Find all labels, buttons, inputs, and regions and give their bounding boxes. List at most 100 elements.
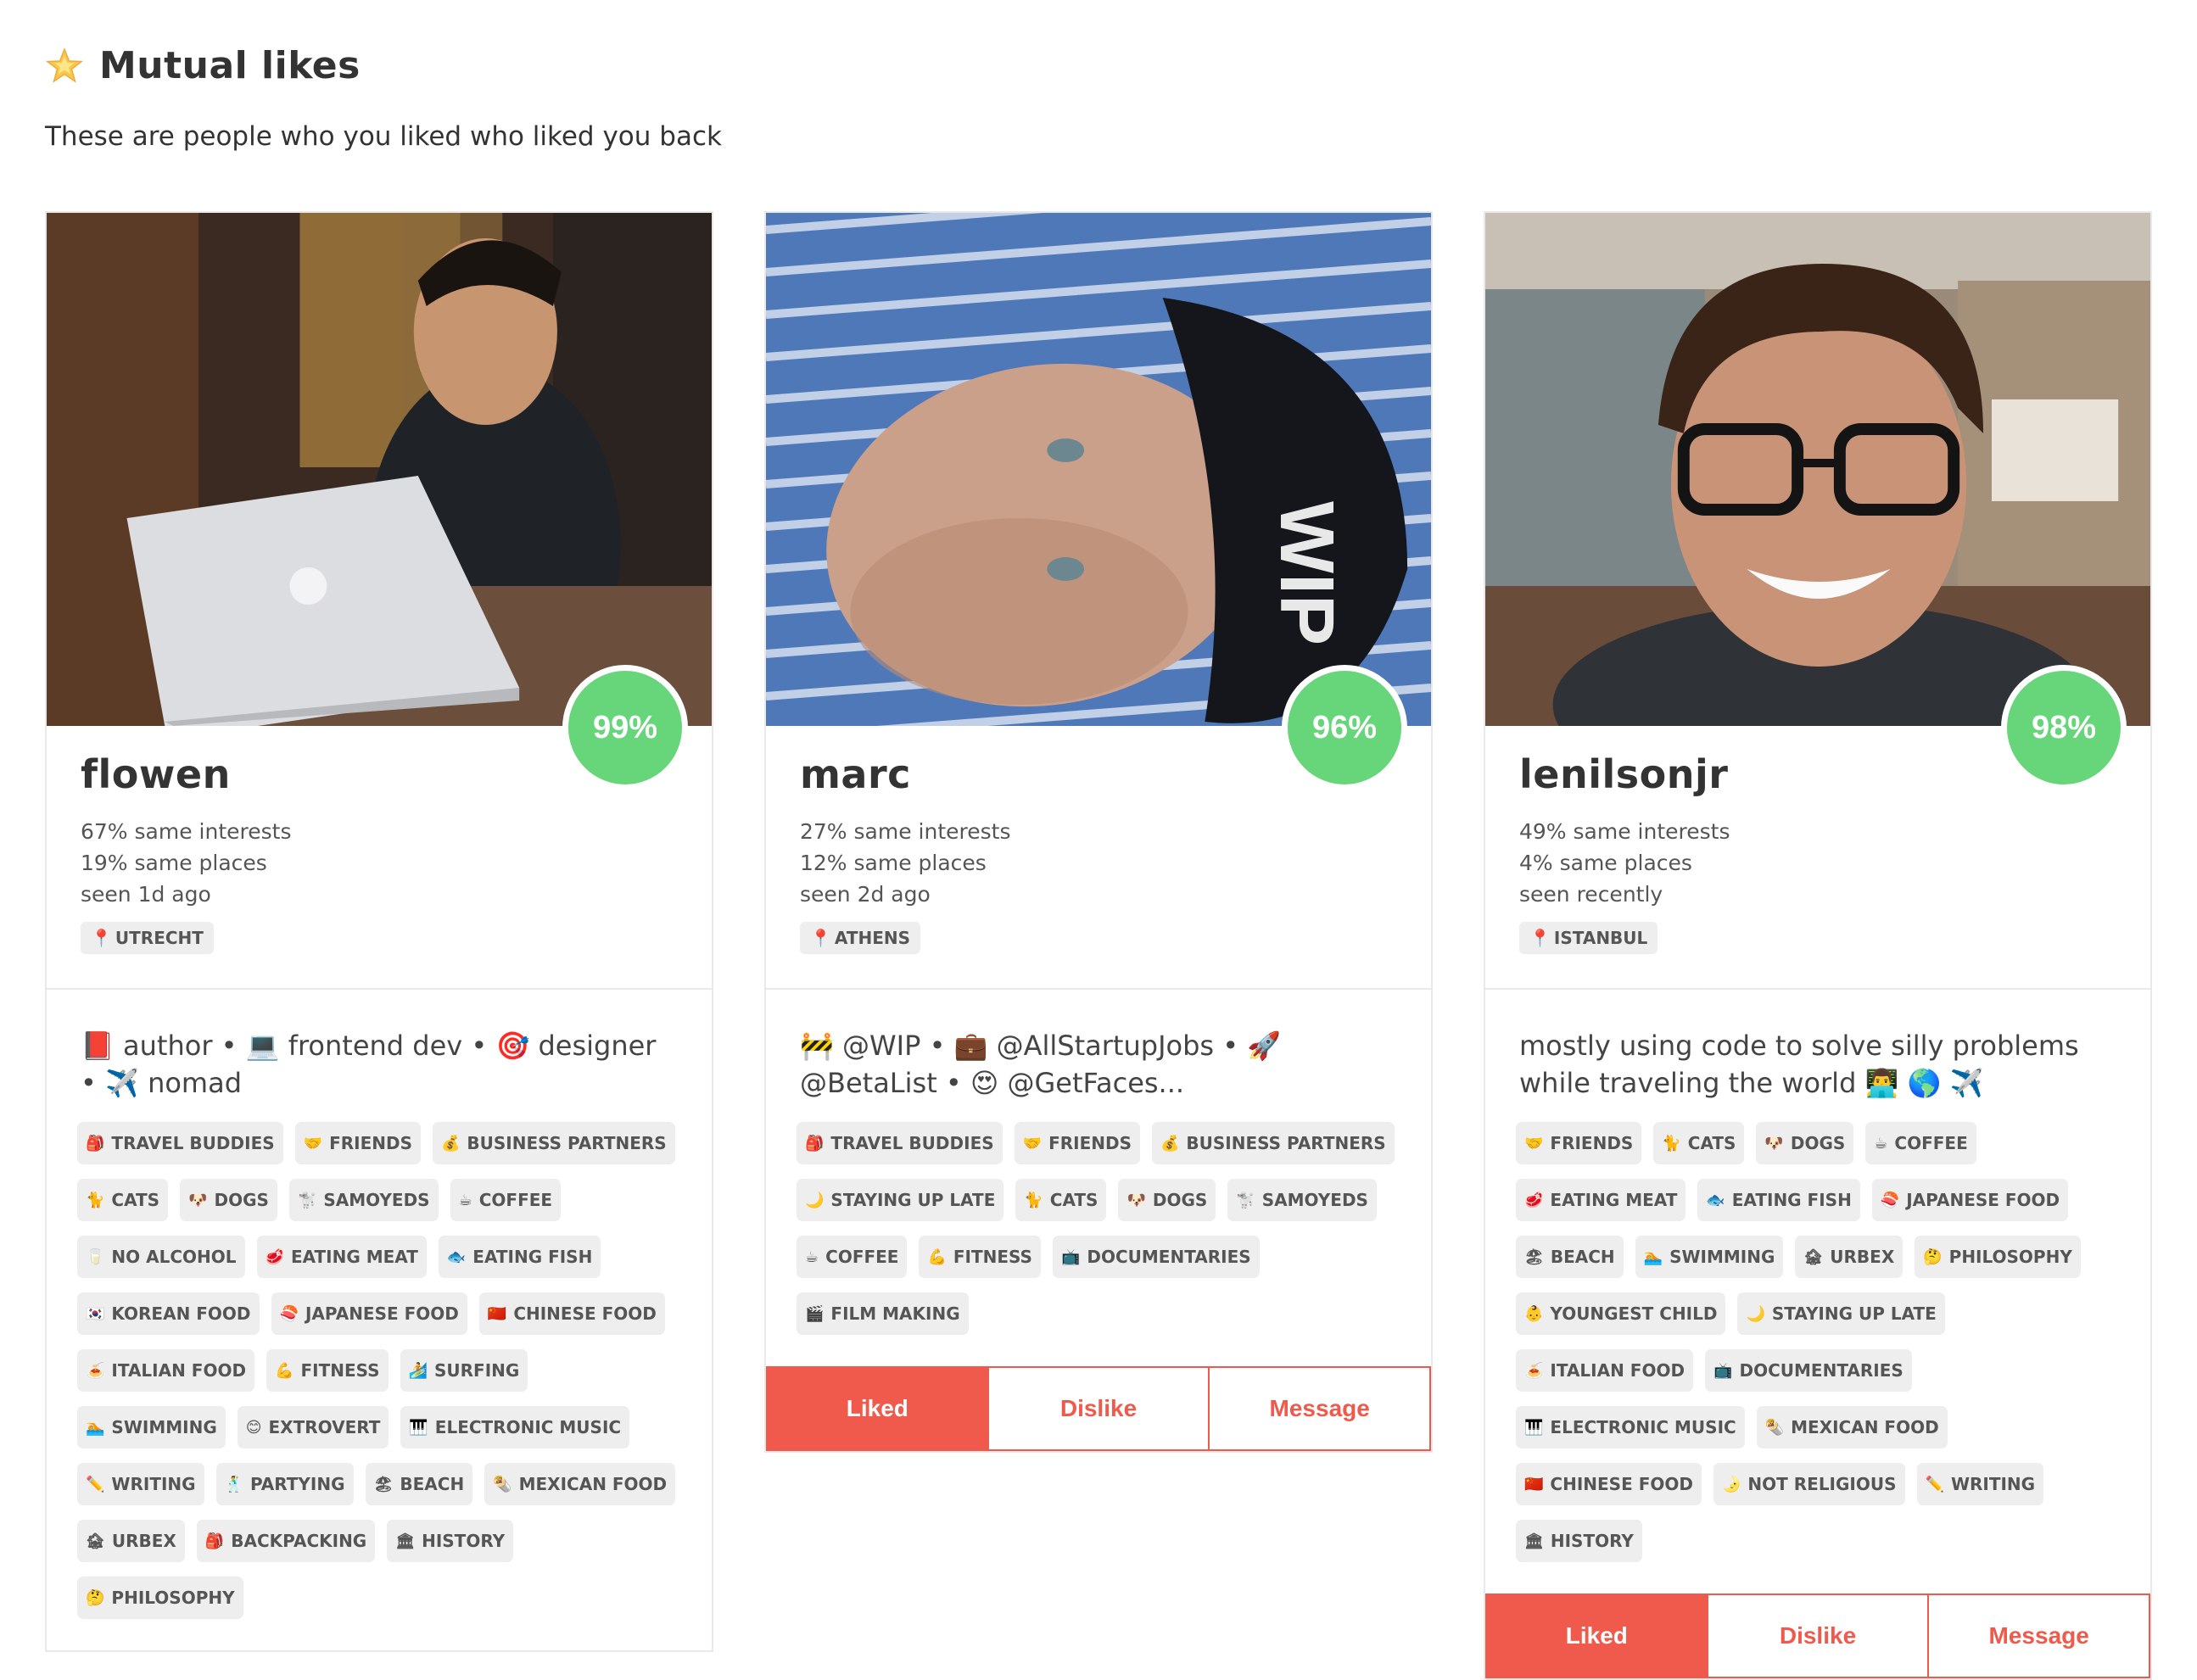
profile-photo[interactable] — [1485, 213, 2150, 726]
profile-photo[interactable]: WIP — [766, 213, 1431, 726]
tag-label: EATING FISH — [1731, 1190, 1852, 1210]
tag-label: NOT RELIGIOUS — [1747, 1474, 1897, 1494]
tag-label: STAYING UP LATE — [1771, 1303, 1937, 1324]
interest-tag[interactable]: 🎒 TRAVEL BUDDIES — [797, 1122, 1003, 1164]
interest-tag[interactable]: 🎒 BACKPACKING — [196, 1520, 376, 1562]
interest-tag[interactable]: 🌙 STAYING UP LATE — [1737, 1292, 1945, 1335]
tag-label: SWIMMING — [111, 1417, 217, 1437]
interest-tag[interactable]: 🏚 URBEX — [77, 1520, 185, 1562]
interest-tag[interactable]: 👶 YOUNGEST CHILD — [1516, 1292, 1726, 1335]
interest-tag[interactable]: 🎹 ELECTRONIC MUSIC — [1516, 1406, 1745, 1448]
interest-tag[interactable]: ☕ COFFEE — [1865, 1122, 1976, 1164]
interest-tag[interactable]: 🐈 CATS — [1015, 1179, 1107, 1221]
interest-tag[interactable]: 🤝 FRIENDS — [1516, 1122, 1642, 1164]
tag-label: FITNESS — [953, 1247, 1032, 1267]
interest-tag[interactable]: 🎹 ELECTRONIC MUSIC — [400, 1406, 630, 1448]
tag-label: DOGS — [1790, 1133, 1846, 1153]
interest-tag[interactable]: 🌯 MEXICAN FOOD — [1756, 1406, 1948, 1448]
interest-tag[interactable]: 📺 DOCUMENTARIES — [1052, 1236, 1260, 1278]
interest-tag[interactable]: ☕ COFFEE — [797, 1236, 908, 1278]
interest-tag[interactable]: 💪 FITNESS — [919, 1236, 1041, 1278]
interest-tag[interactable]: 🍣 JAPANESE FOOD — [271, 1292, 467, 1335]
tag-icon: 🏖 — [373, 1475, 394, 1493]
tag-icon: 🇨🇳 — [1524, 1475, 1544, 1493]
tag-label: PHILOSOPHY — [111, 1588, 235, 1608]
interest-tag[interactable]: 🌯 MEXICAN FOOD — [484, 1463, 676, 1505]
interest-tag[interactable]: 🥛 NO ALCOHOL — [77, 1236, 245, 1278]
interest-tag[interactable]: 💰 BUSINESS PARTNERS — [1151, 1122, 1395, 1164]
interest-tag[interactable]: 🤔 PHILOSOPHY — [1915, 1236, 2081, 1278]
tag-icon: 🎹 — [409, 1418, 428, 1437]
tag-label: DOCUMENTARIES — [1087, 1247, 1251, 1267]
tag-icon: 🎒 — [805, 1134, 825, 1153]
interest-tag[interactable]: 🕺 PARTYING — [215, 1463, 354, 1505]
message-button[interactable]: Message — [1210, 1366, 1432, 1451]
tag-icon: 🐶 — [1764, 1134, 1784, 1153]
profile-photo[interactable] — [47, 213, 712, 726]
interest-tag[interactable]: 🏚 URBEX — [1795, 1236, 1904, 1278]
interest-tag[interactable]: 💰 BUSINESS PARTNERS — [432, 1122, 675, 1164]
interest-tag[interactable]: 🏖 BEACH — [365, 1463, 473, 1505]
interest-tag[interactable]: 💪 FITNESS — [266, 1349, 389, 1392]
interest-tag[interactable]: 🇰🇷 KOREAN FOOD — [77, 1292, 260, 1335]
interest-tag[interactable]: ✏️ WRITING — [1916, 1463, 2044, 1505]
interest-tag[interactable]: 🏖 BEACH — [1516, 1236, 1624, 1278]
interest-tag[interactable]: 🍝 ITALIAN FOOD — [77, 1349, 255, 1392]
dislike-button[interactable]: Dislike — [988, 1366, 1210, 1451]
interest-tag[interactable]: 🏊 SWIMMING — [1635, 1236, 1784, 1278]
interest-tag[interactable]: 🐈 CATS — [77, 1179, 169, 1221]
profile-bio: 📕 author • 💻 frontend dev • 🎯 designer •… — [81, 1030, 657, 1099]
interest-tag[interactable]: 🐟 EATING FISH — [438, 1236, 601, 1278]
interest-tag[interactable]: 🌛 NOT RELIGIOUS — [1713, 1463, 1905, 1505]
tag-icon: 📺 — [1713, 1361, 1733, 1380]
same-places: 4% same places — [1519, 851, 1692, 875]
interest-tag[interactable]: 🥩 EATING MEAT — [1516, 1179, 1686, 1221]
location-badge[interactable]: 📍 ATHENS — [800, 922, 921, 954]
liked-button[interactable]: Liked — [1485, 1593, 1708, 1678]
interest-tag[interactable]: 🏊 SWIMMING — [77, 1406, 226, 1448]
interest-tag[interactable]: 🎬 FILM MAKING — [797, 1292, 969, 1335]
interest-tag[interactable]: ☕ COFFEE — [450, 1179, 562, 1221]
interest-tag[interactable]: 🐶 DOGS — [180, 1179, 277, 1221]
tag-label: COFFEE — [825, 1247, 899, 1267]
interest-tag[interactable]: 🐩 SAMOYEDS — [1227, 1179, 1377, 1221]
tag-icon: 🥛 — [86, 1247, 105, 1266]
interest-tag[interactable]: 🏛 HISTORY — [387, 1520, 514, 1562]
interest-tag[interactable]: 🐶 DOGS — [1118, 1179, 1216, 1221]
interest-tag[interactable]: 🐈 CATS — [1653, 1122, 1745, 1164]
tag-icon: 🥩 — [265, 1247, 284, 1266]
liked-button[interactable]: Liked — [766, 1366, 989, 1451]
interest-tag[interactable]: 🌙 STAYING UP LATE — [797, 1179, 1004, 1221]
interest-tag[interactable]: 🐶 DOGS — [1756, 1122, 1854, 1164]
interest-tag[interactable]: 📺 DOCUMENTARIES — [1705, 1349, 1912, 1392]
interest-tag[interactable]: ✏️ WRITING — [77, 1463, 204, 1505]
interest-tag[interactable]: 🤔 PHILOSOPHY — [77, 1577, 243, 1619]
interest-tag[interactable]: 🏄 SURFING — [400, 1349, 528, 1392]
interest-tag[interactable]: 🎒 TRAVEL BUDDIES — [77, 1122, 283, 1164]
location-badge[interactable]: 📍 UTRECHT — [81, 922, 214, 954]
tag-label: ITALIAN FOOD — [1550, 1360, 1685, 1381]
tag-label: DOGS — [1152, 1190, 1208, 1210]
tag-icon: 🐈 — [1024, 1191, 1043, 1209]
interest-tag[interactable]: 🤝 FRIENDS — [1014, 1122, 1140, 1164]
tag-icon: 🤝 — [1022, 1134, 1043, 1153]
location-badge[interactable]: 📍 ISTANBUL — [1519, 922, 1658, 954]
dislike-button[interactable]: Dislike — [1708, 1593, 1930, 1678]
interest-tag[interactable]: 😊 EXTROVERT — [237, 1406, 389, 1448]
interest-tag[interactable]: 🐩 SAMOYEDS — [288, 1179, 439, 1221]
interest-tag[interactable]: 🇨🇳 CHINESE FOOD — [1516, 1463, 1702, 1505]
tag-label: STAYING UP LATE — [830, 1190, 996, 1210]
tag-label: ITALIAN FOOD — [111, 1360, 247, 1381]
tag-label: MEXICAN FOOD — [518, 1474, 668, 1494]
tag-icon: 🎹 — [1524, 1418, 1544, 1437]
interest-tag[interactable]: 🏛 HISTORY — [1516, 1520, 1642, 1562]
interest-tag[interactable]: 🇨🇳 CHINESE FOOD — [478, 1292, 665, 1335]
message-button[interactable]: Message — [1929, 1593, 2151, 1678]
interest-tag[interactable]: 🐟 EATING FISH — [1697, 1179, 1860, 1221]
interest-tag[interactable]: 🍝 ITALIAN FOOD — [1516, 1349, 1694, 1392]
interest-tag[interactable]: 🥩 EATING MEAT — [256, 1236, 427, 1278]
tag-icon: 🏚 — [86, 1532, 105, 1550]
interest-tag[interactable]: 🤝 FRIENDS — [294, 1122, 421, 1164]
interest-tag[interactable]: 🍣 JAPANESE FOOD — [1871, 1179, 2069, 1221]
glowing-star-icon — [45, 47, 84, 86]
